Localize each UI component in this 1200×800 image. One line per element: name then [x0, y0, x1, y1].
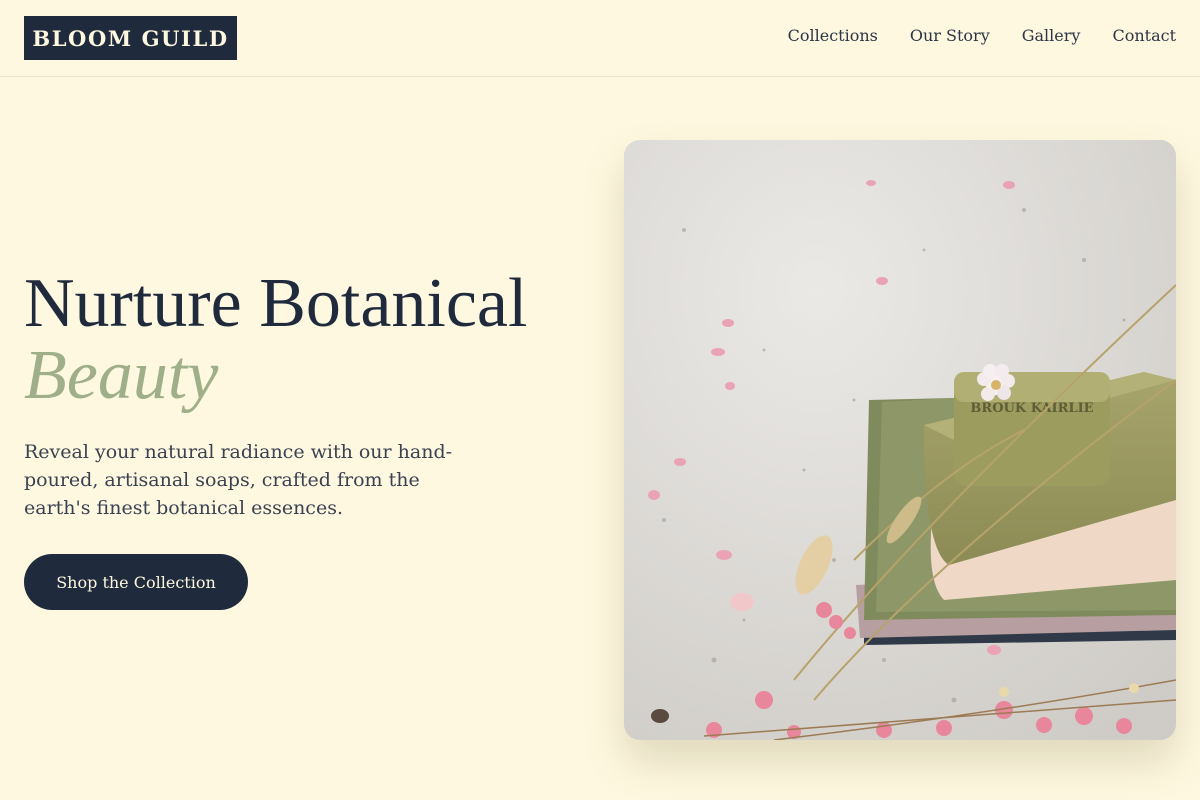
nav-link-contact[interactable]: Contact [1112, 26, 1176, 45]
main-nav: Collections Our Story Gallery Contact [788, 26, 1176, 45]
hero-description: Reveal your natural radiance with our ha… [24, 441, 453, 519]
site-header: BLOOM GUILD Collections Our Story Galler… [0, 0, 1200, 77]
hero-image-soap-stack: BROUK KAIRLIE [624, 140, 1176, 740]
brand-logo[interactable]: BLOOM GUILD [24, 16, 237, 60]
shop-collection-button[interactable]: Shop the Collection [24, 554, 248, 610]
hero-title-line1: Nurture Botanical [24, 265, 528, 342]
nav-link-collections[interactable]: Collections [788, 26, 878, 45]
nav-link-our-story[interactable]: Our Story [910, 26, 990, 45]
soap-stamp-text: BROUK KAIRLIE [970, 401, 1093, 416]
nav-link-gallery[interactable]: Gallery [1022, 26, 1081, 45]
hero-title: Nurture Botanical Beauty [24, 268, 527, 412]
hero-title-accent: Beauty [24, 337, 219, 414]
